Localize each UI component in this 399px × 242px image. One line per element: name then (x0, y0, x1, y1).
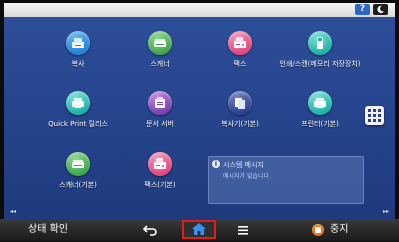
widget-title: 시스템 메시지 (223, 161, 264, 169)
app-label: 문서 서버 (146, 120, 174, 128)
copier-classic-icon (228, 91, 252, 115)
home-icon (192, 223, 206, 235)
stop-button[interactable]: 중지 (330, 219, 380, 241)
sleep-mode-button[interactable] (373, 4, 388, 15)
help-button[interactable]: ? (355, 4, 370, 15)
info-icon: i (212, 160, 220, 168)
quick-print-icon (66, 91, 90, 115)
app-label: 팩스 (233, 60, 247, 68)
back-button[interactable] (140, 222, 162, 238)
scanner-classic-icon (66, 152, 90, 176)
stop-icon[interactable] (312, 224, 324, 236)
app-label: 팩스(기본) (144, 181, 176, 189)
home-screen: ? 복사 스캐너 팩스 인쇄/스캔(메모리 저장장치) Quick Print … (4, 3, 395, 219)
back-arrow-icon (142, 225, 157, 236)
memory-storage-icon (308, 31, 332, 55)
copy-icon (66, 31, 90, 55)
app-label: 프린터(기본) (301, 120, 339, 128)
app-label: 스캐너(기본) (59, 181, 97, 189)
home-button[interactable] (182, 220, 216, 239)
top-status-bar: ? (4, 3, 395, 17)
menu-button[interactable] (232, 222, 254, 238)
app-grid-icon (368, 109, 381, 122)
page-left-arrow[interactable]: ◂◂ (10, 208, 16, 215)
check-status-button[interactable]: 상태 확인 (18, 219, 78, 241)
moon-icon (377, 5, 385, 14)
scanner-icon (148, 31, 172, 55)
fax-icon (228, 31, 252, 55)
system-message-widget[interactable]: i 시스템 메시지 메시지가 없습니다. (208, 156, 364, 204)
device-frame: ? 복사 스캐너 팩스 인쇄/스캔(메모리 저장장치) Quick Print … (0, 0, 399, 241)
app-label: 복사기(기본) (221, 120, 259, 128)
bottom-navigation-bar: 상태 확인 중지 (0, 219, 399, 241)
app-label: 인쇄/스캔(메모리 저장장치) (279, 60, 361, 68)
page-indicator (186, 210, 221, 219)
app-list-button[interactable] (365, 106, 384, 125)
page-right-arrow[interactable]: ▸▸ (383, 208, 389, 215)
widget-message: 메시지가 없습니다. (223, 173, 271, 180)
menu-icon (238, 226, 248, 235)
app-label: 스캐너 (150, 60, 170, 68)
app-label: Quick Print 릴리스 (48, 120, 108, 128)
printer-classic-icon (308, 91, 332, 115)
fax-classic-icon (148, 152, 172, 176)
app-label: 복사 (71, 60, 85, 68)
document-server-icon (148, 91, 172, 115)
